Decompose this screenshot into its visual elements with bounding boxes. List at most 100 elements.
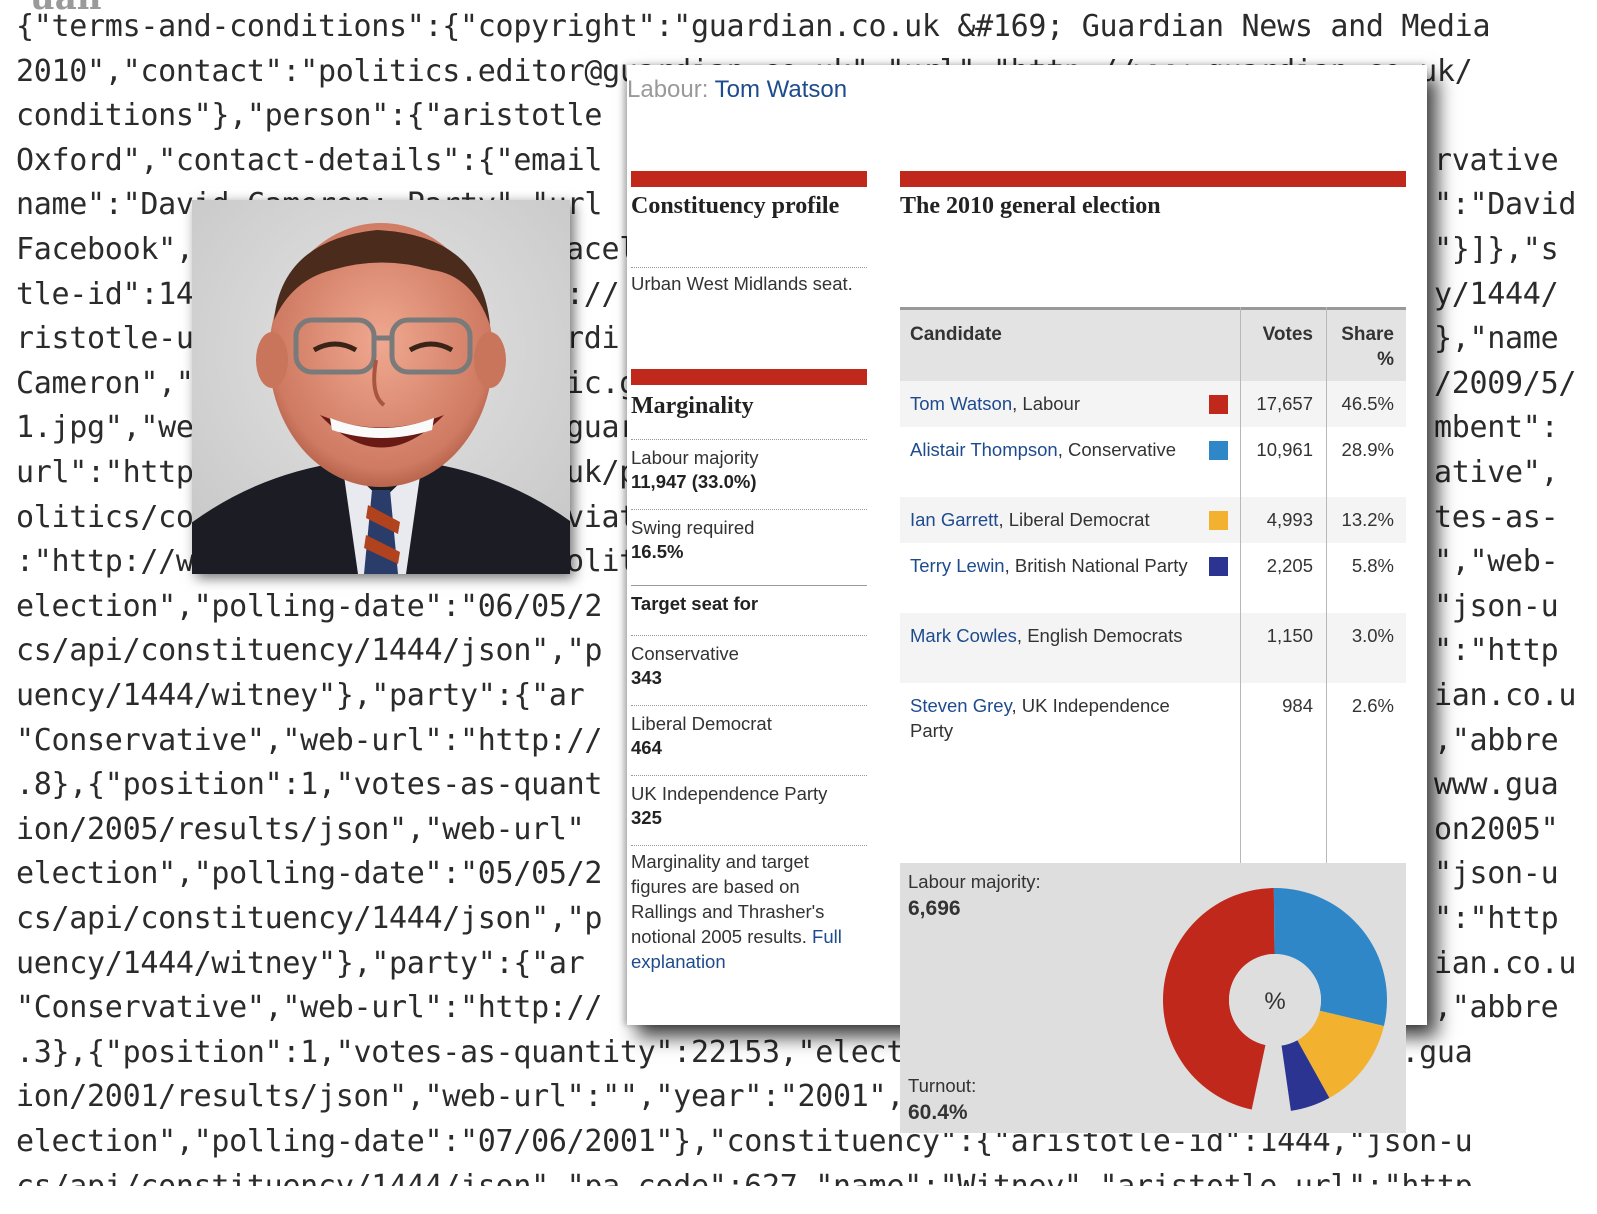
candidate-name-link[interactable]: Mark Cowles: [910, 625, 1017, 646]
candidate-row: Alistair Thompson, Conservative 10,961 28.…: [900, 427, 1406, 497]
code-line: ristotle-u: [16, 321, 194, 357]
code-fragment: "}]},"s: [1434, 232, 1559, 267]
target-rank: 464: [631, 737, 662, 758]
candidate-party: , Conservative: [1057, 439, 1176, 460]
party-color-swatch: [1209, 441, 1228, 460]
code-fragment: ":"http: [1434, 633, 1559, 669]
candidate-row: Tom Watson, Labour 17,657 46.5%: [900, 381, 1406, 427]
summary-majority-label: Labour majority:: [908, 871, 1041, 892]
target-party: Liberal Democrat: [631, 713, 772, 734]
candidate-cell: Ian Garrett, Liberal Democrat: [910, 507, 1200, 532]
code-fragment: y/1444/: [1434, 276, 1559, 312]
divider: [631, 509, 867, 510]
target-rank: 343: [631, 667, 662, 688]
candidate-photo: [192, 200, 570, 574]
candidate-name-link[interactable]: Alistair Thompson: [910, 439, 1058, 460]
votes-cell: 17,657: [1256, 393, 1313, 414]
share-cell: 3.0%: [1351, 625, 1394, 646]
candidate-cell: Terry Lewin, British National Party: [910, 553, 1200, 578]
donut-center-label: %: [1264, 988, 1285, 1015]
code-fragment: ","web-: [1434, 544, 1559, 580]
code-line: Oxford","contact-details":{"email: [16, 142, 603, 178]
code-line: election","polling-date":"05/05/2: [16, 856, 603, 892]
portrait-image: [192, 200, 570, 574]
marginality-red-bar: [631, 369, 867, 385]
share-header-line2: %: [1377, 349, 1394, 370]
divider: [631, 635, 867, 636]
code-fragment: ":"David: [1434, 187, 1577, 223]
candidate-name-link[interactable]: Tom Watson: [910, 393, 1012, 414]
candidate-name-link[interactable]: Terry Lewin: [910, 555, 1005, 576]
column-divider: [1240, 307, 1241, 863]
code-line: {"terms-and-conditions":{"copyright":"gu…: [16, 9, 1491, 44]
candidate-cell: Alistair Thompson, Conservative: [910, 437, 1200, 462]
results-table-header: Candidate Votes Share%: [900, 307, 1406, 381]
code-line: conditions"},"person":{"aristotle: [16, 98, 603, 134]
share-cell: 28.9%: [1341, 439, 1394, 460]
marginality-note: Marginality and target figures are based…: [631, 849, 867, 974]
votes-cell: 10,961: [1256, 439, 1313, 460]
code-line: tle-id":14: [16, 276, 194, 312]
turnout-label: Turnout:: [908, 1075, 977, 1096]
party-color-swatch: [1209, 557, 1228, 576]
candidate-cell: Mark Cowles, English Democrats: [910, 623, 1200, 648]
votes-column-header: Votes: [1262, 324, 1313, 345]
column-divider: [1326, 307, 1327, 863]
divider: [631, 775, 867, 776]
code-line: cs/api/constituency/1444/json","p: [16, 633, 603, 669]
candidate-name-link[interactable]: Steven Grey: [910, 695, 1011, 716]
code-fragment: rvative: [1434, 142, 1559, 178]
code-fragment: "json-u: [1434, 856, 1559, 892]
code-line: uency/1444/witney"},"party":{"ar: [16, 945, 585, 981]
results-title: The 2010 general election: [900, 193, 1161, 219]
candidate-row: Ian Garrett, Liberal Democrat 4,993 13.2%: [900, 497, 1406, 543]
share-cell: 46.5%: [1341, 393, 1394, 414]
votes-cell: 2,205: [1266, 555, 1313, 576]
candidate-name-link[interactable]: Ian Garrett: [910, 509, 998, 530]
profile-title: Constituency profile: [631, 193, 840, 219]
code-fragment: www.gua: [1434, 767, 1559, 803]
screenshot-stage: uan {"terms-and-conditions":{"copyright"…: [0, 0, 1597, 1214]
code-fragment: /2009/5/: [1434, 365, 1577, 401]
constituency-panel: Labour: Tom Watson Constituency profile …: [627, 65, 1427, 1133]
party-color-swatch: [1209, 511, 1228, 530]
code-fragment: ,"abbre: [1434, 722, 1559, 758]
divider: [631, 585, 867, 586]
code-fragment: on2005": [1434, 811, 1559, 847]
summary-majority-value: 6,696: [908, 897, 961, 920]
share-cell: 2.6%: [1351, 695, 1394, 716]
candidate-party: , British National Party: [1004, 555, 1188, 576]
turnout-value: 60.4%: [908, 1101, 968, 1124]
code-line: url":"http: [16, 455, 194, 490]
code-fragment: ian.co.u: [1434, 945, 1577, 981]
code-fragment: rdi: [566, 321, 620, 357]
divider: [631, 267, 867, 268]
code-line: 1.jpg","we: [16, 410, 194, 446]
code-line: cs/api/constituency/1444/json","p: [16, 901, 603, 936]
bottom-edge: [0, 1186, 1597, 1214]
party-color-swatch: [1209, 395, 1228, 414]
code-line: election","polling-date":"06/05/2: [16, 588, 603, 624]
candidate-row: Mark Cowles, English Democrats 1,150 3.0%: [900, 613, 1406, 683]
code-fragment: ian.co.u: [1434, 678, 1577, 713]
candidate-party: , Labour: [1012, 393, 1081, 414]
swing-value: 16.5%: [631, 541, 684, 562]
code-line: olitics/co: [16, 499, 194, 535]
header-candidate-link[interactable]: Tom Watson: [715, 76, 847, 103]
code-fragment: mbent":: [1434, 410, 1559, 446]
vote-share-donut-chart: %: [1163, 888, 1387, 1111]
results-summary: Labour majority: 6,696 Turnout: 60.4% %: [900, 863, 1406, 1133]
results-red-bar: [900, 171, 1406, 187]
share-column-header: Share%: [1324, 322, 1394, 372]
divider: [631, 439, 867, 440]
target-party: Conservative: [631, 643, 739, 664]
candidate-cell: Steven Grey, UK Independence Party: [910, 693, 1200, 743]
profile-description: Urban West Midlands seat.: [631, 273, 853, 294]
code-line: uency/1444/witney"},"party":{"ar: [16, 678, 585, 713]
note-text: Marginality and target figures are based…: [631, 851, 825, 947]
share-header-line1: Share: [1341, 324, 1394, 345]
candidate-cell: Tom Watson, Labour: [910, 391, 1200, 416]
code-fragment: ,"abbre: [1434, 990, 1559, 1026]
target-party: UK Independence Party: [631, 783, 828, 804]
share-cell: 13.2%: [1341, 509, 1394, 530]
